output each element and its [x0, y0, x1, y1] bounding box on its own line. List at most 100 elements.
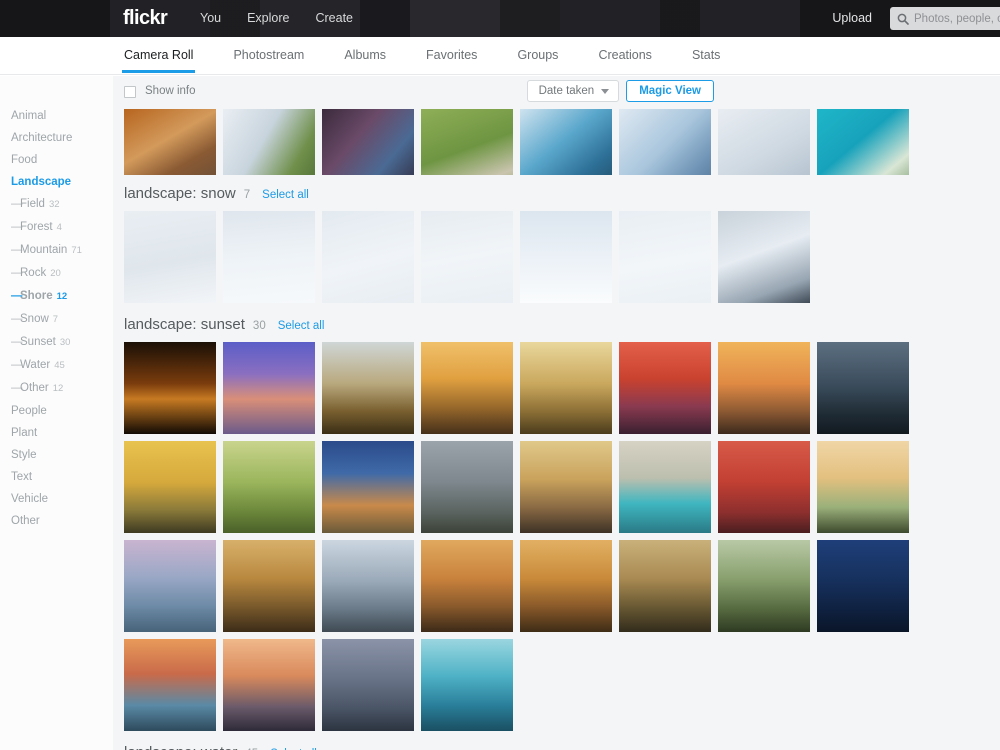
show-info-toggle[interactable]: Show info — [124, 85, 196, 98]
photo-thumbnail[interactable] — [421, 639, 513, 731]
photo-section-snow: landscape: snow 7 Select all — [113, 185, 1000, 303]
photo-thumbnail[interactable] — [124, 109, 216, 175]
search-input[interactable] — [914, 12, 1000, 25]
show-info-checkbox[interactable] — [124, 85, 136, 98]
tab-groups[interactable]: Groups — [517, 37, 558, 72]
photo-thumbnail[interactable] — [817, 441, 909, 533]
sidebar-item-text[interactable]: Text — [0, 466, 113, 488]
tab-creations[interactable]: Creations — [598, 37, 652, 72]
magic-view-button[interactable]: Magic View — [626, 80, 714, 102]
photo-thumbnail[interactable] — [124, 540, 216, 632]
section-count: 7 — [243, 189, 251, 201]
photo-thumbnail[interactable] — [421, 441, 513, 533]
sidebar-item-landscape[interactable]: Landscape — [0, 171, 113, 193]
sidebar-item-rock[interactable]: —Rock 20 — [0, 262, 113, 285]
photo-thumbnail[interactable] — [718, 109, 810, 175]
sidebar-item-vehicle[interactable]: Vehicle — [0, 488, 113, 510]
photo-thumbnail[interactable] — [619, 109, 711, 175]
section-title: landscape: water — [124, 744, 237, 750]
top-nav-explore[interactable]: Explore — [247, 11, 289, 26]
photo-thumbnail[interactable] — [619, 342, 711, 434]
search-box[interactable] — [890, 7, 1000, 30]
photo-thumbnail[interactable] — [223, 639, 315, 731]
photo-thumbnail[interactable] — [322, 441, 414, 533]
photo-thumbnail[interactable] — [520, 211, 612, 303]
photo-thumbnail[interactable] — [223, 441, 315, 533]
select-all-link[interactable]: Select all — [262, 189, 309, 201]
photo-thumbnail[interactable] — [322, 540, 414, 632]
photo-thumbnail[interactable] — [619, 441, 711, 533]
content-toolbar: Show info Date taken Magic View — [113, 76, 1000, 109]
sidebar-item-snow[interactable]: —Snow 7 — [0, 308, 113, 331]
photo-thumbnail[interactable] — [124, 441, 216, 533]
sidebar-item-forest[interactable]: —Forest 4 — [0, 216, 113, 239]
photo-thumbnail[interactable] — [520, 441, 612, 533]
tab-albums[interactable]: Albums — [344, 37, 386, 72]
photo-thumbnail[interactable] — [421, 540, 513, 632]
sidebar-item-shore[interactable]: —Shore 12 — [0, 285, 113, 308]
sidebar-item-other[interactable]: —Other 12 — [0, 377, 113, 400]
photo-thumbnail[interactable] — [421, 211, 513, 303]
photo-thumbnail[interactable] — [421, 109, 513, 175]
tab-photostream[interactable]: Photostream — [233, 37, 304, 72]
photo-thumbnail[interactable] — [619, 211, 711, 303]
sidebar-item-label: Text — [11, 471, 33, 483]
sidebar-item-label: Forest — [20, 221, 53, 233]
tab-camera-roll[interactable]: Camera Roll — [121, 37, 196, 73]
sidebar-item-count: 4 — [56, 222, 62, 233]
photo-grid — [113, 109, 1000, 175]
section-count: 30 — [252, 320, 266, 332]
sidebar-item-style[interactable]: Style — [0, 444, 113, 466]
dash-icon: — — [11, 336, 23, 348]
photo-thumbnail[interactable] — [520, 342, 612, 434]
photo-thumbnail[interactable] — [520, 540, 612, 632]
sidebar-item-count: 12 — [52, 383, 64, 394]
sidebar-item-food[interactable]: Food — [0, 149, 113, 171]
sidebar-item-field[interactable]: —Field 32 — [0, 193, 113, 216]
photo-thumbnail[interactable] — [817, 109, 909, 175]
top-nav-create[interactable]: Create — [315, 11, 353, 26]
photo-thumbnail[interactable] — [124, 639, 216, 731]
photo-thumbnail[interactable] — [124, 342, 216, 434]
upload-button[interactable]: Upload — [832, 11, 872, 26]
photo-thumbnail[interactable] — [124, 211, 216, 303]
photo-thumbnail[interactable] — [817, 342, 909, 434]
tab-stats[interactable]: Stats — [692, 37, 721, 72]
photo-thumbnail[interactable] — [322, 342, 414, 434]
sidebar-item-water[interactable]: —Water 45 — [0, 354, 113, 377]
photo-thumbnail[interactable] — [718, 211, 810, 303]
sort-dropdown[interactable]: Date taken — [526, 80, 620, 102]
photo-thumbnail[interactable] — [223, 109, 315, 175]
sidebar-item-animal[interactable]: Animal — [0, 105, 113, 127]
select-all-link[interactable]: Select all — [278, 320, 325, 332]
sidebar-item-mountain[interactable]: —Mountain 71 — [0, 239, 113, 262]
flickr-logo[interactable]: flickr — [123, 7, 168, 29]
photo-thumbnail[interactable] — [421, 342, 513, 434]
photo-thumbnail[interactable] — [619, 540, 711, 632]
sidebar-item-other[interactable]: Other — [0, 510, 113, 532]
photo-thumbnail[interactable] — [718, 441, 810, 533]
photo-thumbnail[interactable] — [223, 540, 315, 632]
sidebar-item-count: 7 — [52, 314, 59, 325]
sidebar-item-plant[interactable]: Plant — [0, 422, 113, 444]
sidebar-item-sunset[interactable]: —Sunset 30 — [0, 331, 113, 354]
photo-thumbnail[interactable] — [718, 540, 810, 632]
sidebar-item-architecture[interactable]: Architecture — [0, 127, 113, 149]
photo-section-water: landscape: water45Select all — [113, 744, 1000, 750]
photo-thumbnail[interactable] — [817, 540, 909, 632]
photo-thumbnail[interactable] — [223, 211, 315, 303]
photo-thumbnail[interactable] — [520, 109, 612, 175]
sidebar-item-count: 45 — [54, 360, 65, 371]
photo-thumbnail[interactable] — [322, 211, 414, 303]
photo-thumbnail[interactable] — [223, 342, 315, 434]
sidebar-item-label: Vehicle — [11, 493, 49, 505]
top-nav-you[interactable]: You — [200, 11, 221, 26]
photo-thumbnail[interactable] — [718, 342, 810, 434]
photo-thumbnail[interactable] — [322, 639, 414, 731]
sidebar-item-label: Other — [20, 382, 49, 394]
photo-thumbnail[interactable] — [322, 109, 414, 175]
sidebar-item-people[interactable]: People — [0, 400, 113, 422]
sidebar-item-count: 20 — [50, 268, 61, 279]
tab-favorites[interactable]: Favorites — [426, 37, 477, 72]
category-sidebar: Animal Architecture Food Landscape —Field 32—… — [0, 76, 113, 750]
